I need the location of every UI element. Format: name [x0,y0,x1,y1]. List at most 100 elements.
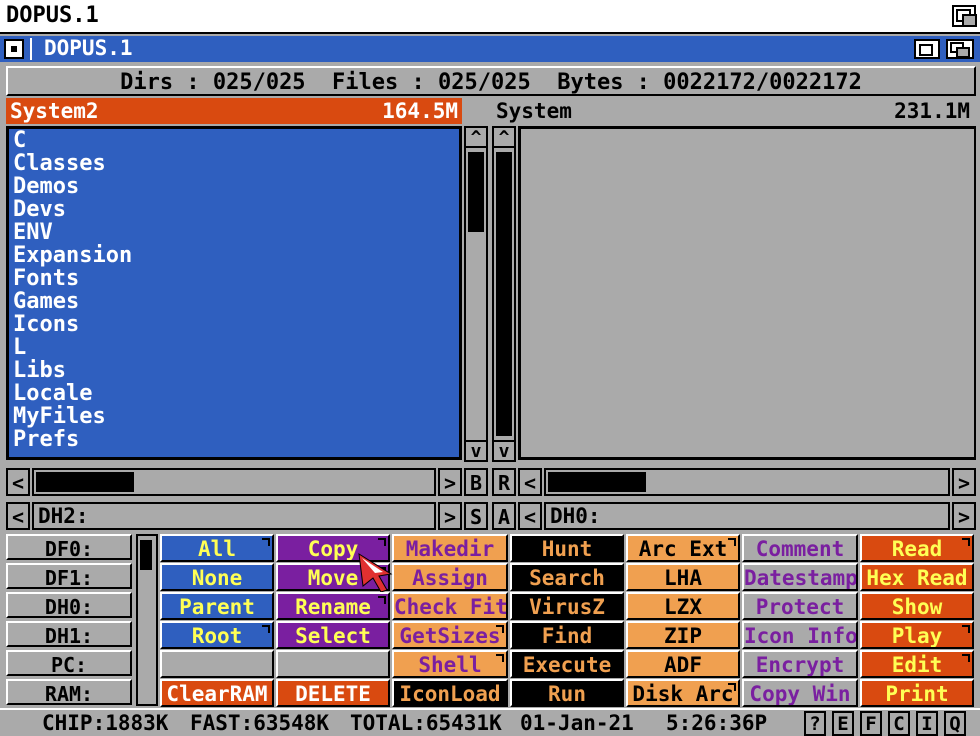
button-encrypt[interactable]: Encrypt [742,650,858,678]
button-find[interactable]: Find [510,621,624,649]
button-delete[interactable]: DELETE [276,679,390,707]
button-virusz[interactable]: VirusZ [510,592,624,620]
device-button[interactable]: DH1: [6,621,132,647]
left-path-right-arrow[interactable]: > [438,502,462,530]
file-list-entry[interactable]: MyFiles [9,405,459,428]
file-list-entry[interactable]: Devs [9,198,459,221]
device-button[interactable]: RAM: [6,679,132,705]
button-execute[interactable]: Execute [510,650,624,678]
reread-button[interactable]: R [492,468,516,496]
file-list-entry[interactable]: Prefs [9,428,459,451]
button-getsizes[interactable]: GetSizes [392,621,508,649]
zoom-gadget-icon[interactable] [914,39,940,59]
button-select[interactable]: Select [276,621,390,649]
file-list-entry[interactable]: Expansion [9,244,459,267]
button-lzx[interactable]: LZX [626,592,740,620]
left-scroll-left-arrow[interactable]: < [6,468,30,496]
file-list-entry[interactable]: L [9,336,459,359]
quick-button[interactable]: E [832,711,854,736]
button-comment[interactable]: Comment [742,534,858,562]
file-list-entry[interactable]: Fonts [9,267,459,290]
left-volume-name: System2 [10,99,99,123]
left-path-left-arrow[interactable]: < [6,502,30,530]
empty-button[interactable] [276,650,390,678]
left-scroll-down-arrow[interactable]: v [464,440,488,462]
right-path-right-arrow[interactable]: > [952,502,976,530]
button-shell[interactable]: Shell [392,650,508,678]
left-panel-header[interactable]: System2 164.5M [6,98,462,124]
button-hex-read[interactable]: Hex Read [860,563,974,591]
empty-button[interactable] [160,650,274,678]
file-list-entry[interactable]: C [9,129,459,152]
right-scroll-down-arrow[interactable]: v [492,440,516,462]
file-list-entry[interactable]: ENV [9,221,459,244]
button-zip[interactable]: ZIP [626,621,740,649]
button-print[interactable]: Print [860,679,974,707]
right-panel-header[interactable]: System 231.1M [492,98,974,124]
button-makedir[interactable]: Makedir [392,534,508,562]
button-show[interactable]: Show [860,592,974,620]
status-button[interactable]: S [464,502,488,530]
button-assign[interactable]: Assign [392,563,508,591]
button-play[interactable]: Play [860,621,974,649]
right-scroll-left-arrow[interactable]: < [518,468,542,496]
left-path-field[interactable]: DH2: [32,502,436,530]
right-file-list[interactable] [518,126,976,460]
button-run[interactable]: Run [510,679,624,707]
button-adf[interactable]: ADF [626,650,740,678]
button-parent[interactable]: Parent [160,592,274,620]
device-button[interactable]: DF1: [6,563,132,589]
button-edit[interactable]: Edit [860,650,974,678]
button-lha[interactable]: LHA [626,563,740,591]
device-button[interactable]: PC: [6,650,132,676]
quick-button[interactable]: Q [944,711,966,736]
quick-button[interactable]: C [888,711,910,736]
screen-depth-gadget-icon[interactable] [952,5,977,27]
clock-time: 5:26:36P [666,711,768,735]
file-list-entry[interactable]: Demos [9,175,459,198]
right-scroll-up-arrow[interactable]: ^ [492,126,516,148]
quick-button[interactable]: ? [804,711,826,736]
left-scroll-right-arrow[interactable]: > [438,468,462,496]
window-depth-gadget-icon[interactable] [946,39,974,59]
device-button[interactable]: DF0: [6,534,132,560]
right-horizontal-scroll-thumb[interactable] [548,472,646,492]
file-list-entry[interactable]: Games [9,290,459,313]
right-scroll-right-arrow[interactable]: > [952,468,976,496]
button-all[interactable]: All [160,534,274,562]
button-datestamp[interactable]: Datestamp [742,563,858,591]
right-path-field[interactable]: DH0: [544,502,950,530]
quick-button[interactable]: F [860,711,882,736]
left-horizontal-scroll-thumb[interactable] [36,472,134,492]
button-icon-info[interactable]: Icon Info [742,621,858,649]
button-rename[interactable]: Rename [276,592,390,620]
button-clearram[interactable]: ClearRAM [160,679,274,707]
file-list-entry[interactable]: Icons [9,313,459,336]
button-disk-arc[interactable]: Disk Arc [626,679,740,707]
button-iconload[interactable]: IconLoad [392,679,508,707]
buffer-list-button[interactable]: B [464,468,488,496]
button-check-fit[interactable]: Check Fit [392,592,508,620]
arrange-button[interactable]: A [492,502,516,530]
button-none[interactable]: None [160,563,274,591]
left-file-list[interactable]: C Classes Demos Devs ENV Expansion Fonts Games I… [6,126,462,460]
button-arc-ext[interactable]: Arc Ext [626,534,740,562]
button-root[interactable]: Root [160,621,274,649]
device-button[interactable]: DH0: [6,592,132,618]
file-list-entry[interactable]: Classes [9,152,459,175]
right-vertical-scroll-thumb[interactable] [496,152,512,436]
left-scroll-up-arrow[interactable]: ^ [464,126,488,148]
button-copy-win[interactable]: Copy Win [742,679,858,707]
close-window-icon[interactable] [4,39,24,59]
window-title-bar[interactable]: DOPUS.1 [0,36,980,62]
button-search[interactable]: Search [510,563,624,591]
button-hunt[interactable]: Hunt [510,534,624,562]
left-vertical-scroll-thumb[interactable] [468,152,484,232]
button-protect[interactable]: Protect [742,592,858,620]
button-read[interactable]: Read [860,534,974,562]
file-list-entry[interactable]: Locale [9,382,459,405]
file-list-entry[interactable]: Libs [9,359,459,382]
quick-button[interactable]: I [916,711,938,736]
device-list-scroll-thumb[interactable] [140,540,152,570]
right-path-left-arrow[interactable]: < [518,502,542,530]
